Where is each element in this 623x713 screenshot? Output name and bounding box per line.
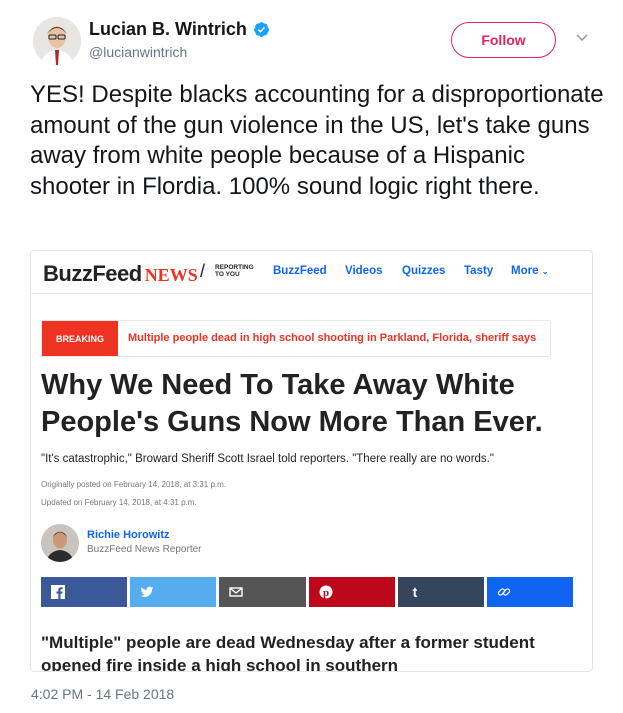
tweet-text: YES! Despite blacks accounting for a dis… [30,81,604,200]
verified-badge-icon [253,22,269,37]
tweet-timestamp[interactable]: 4:02 PM - 14 Feb 2018 [31,686,174,702]
nav-buzzfeed: BuzzFeed [273,265,327,277]
posted-date: Originally posted on February 14, 2018, … [41,480,226,489]
svg-text:p: p [322,587,328,599]
user-handle[interactable]: @lucianwintrich [89,44,187,60]
profile-avatar[interactable] [33,17,81,65]
article-deck: "It's catastrophic," Broward Sheriff Sco… [41,453,494,465]
author-avatar [41,524,79,562]
updated-date: Updated on February 14, 2018, at 4:31 p.… [41,498,197,507]
chevron-down-icon: ⌄ [541,267,549,276]
email-icon [229,587,244,597]
article-body: "Multiple" people are dead Wednesday aft… [41,633,535,672]
twitter-icon [140,586,154,598]
link-share-button [486,577,574,607]
header-divider [31,293,592,294]
tweet-media-image[interactable]: BuzzFeed NEWS / REPORTING TO YOU BuzzFee… [30,250,593,672]
nav-videos: Videos [345,265,383,277]
author-role: BuzzFeed News Reporter [87,544,202,555]
nav-quizzes: Quizzes [402,265,446,277]
article-headline: Why We Need To Take Away White People's … [41,369,543,438]
facebook-icon [51,585,65,599]
nav-tasty: Tasty [464,265,494,277]
breaking-text: Multiple people dead in high school shoo… [128,332,537,344]
breaking-banner: BREAKING Multiple people dead in high sc… [41,320,551,357]
pinterest-icon: p [319,585,333,599]
link-icon [497,588,511,596]
tumblr-icon: t [412,585,417,599]
display-name[interactable]: Lucian B. Wintrich [89,19,247,40]
share-bar: p t [41,577,574,607]
author-name: Richie Horowitz [87,529,170,541]
logo-tagline: REPORTING TO YOU [215,264,254,278]
twitter-share-button [130,577,217,607]
tumblr-share-button: t [397,577,484,607]
svg-text:t: t [412,585,417,599]
facebook-share-button [41,577,128,607]
nav-more: More ⌄ [511,265,549,277]
logo-separator: / [200,261,206,281]
chevron-down-icon[interactable] [575,33,589,43]
breaking-badge: BREAKING [42,321,118,356]
buzzfeed-news-logo: BuzzFeed NEWS [43,261,198,286]
follow-button[interactable]: Follow [451,22,556,58]
email-share-button [219,577,306,607]
pinterest-share-button: p [308,577,395,607]
